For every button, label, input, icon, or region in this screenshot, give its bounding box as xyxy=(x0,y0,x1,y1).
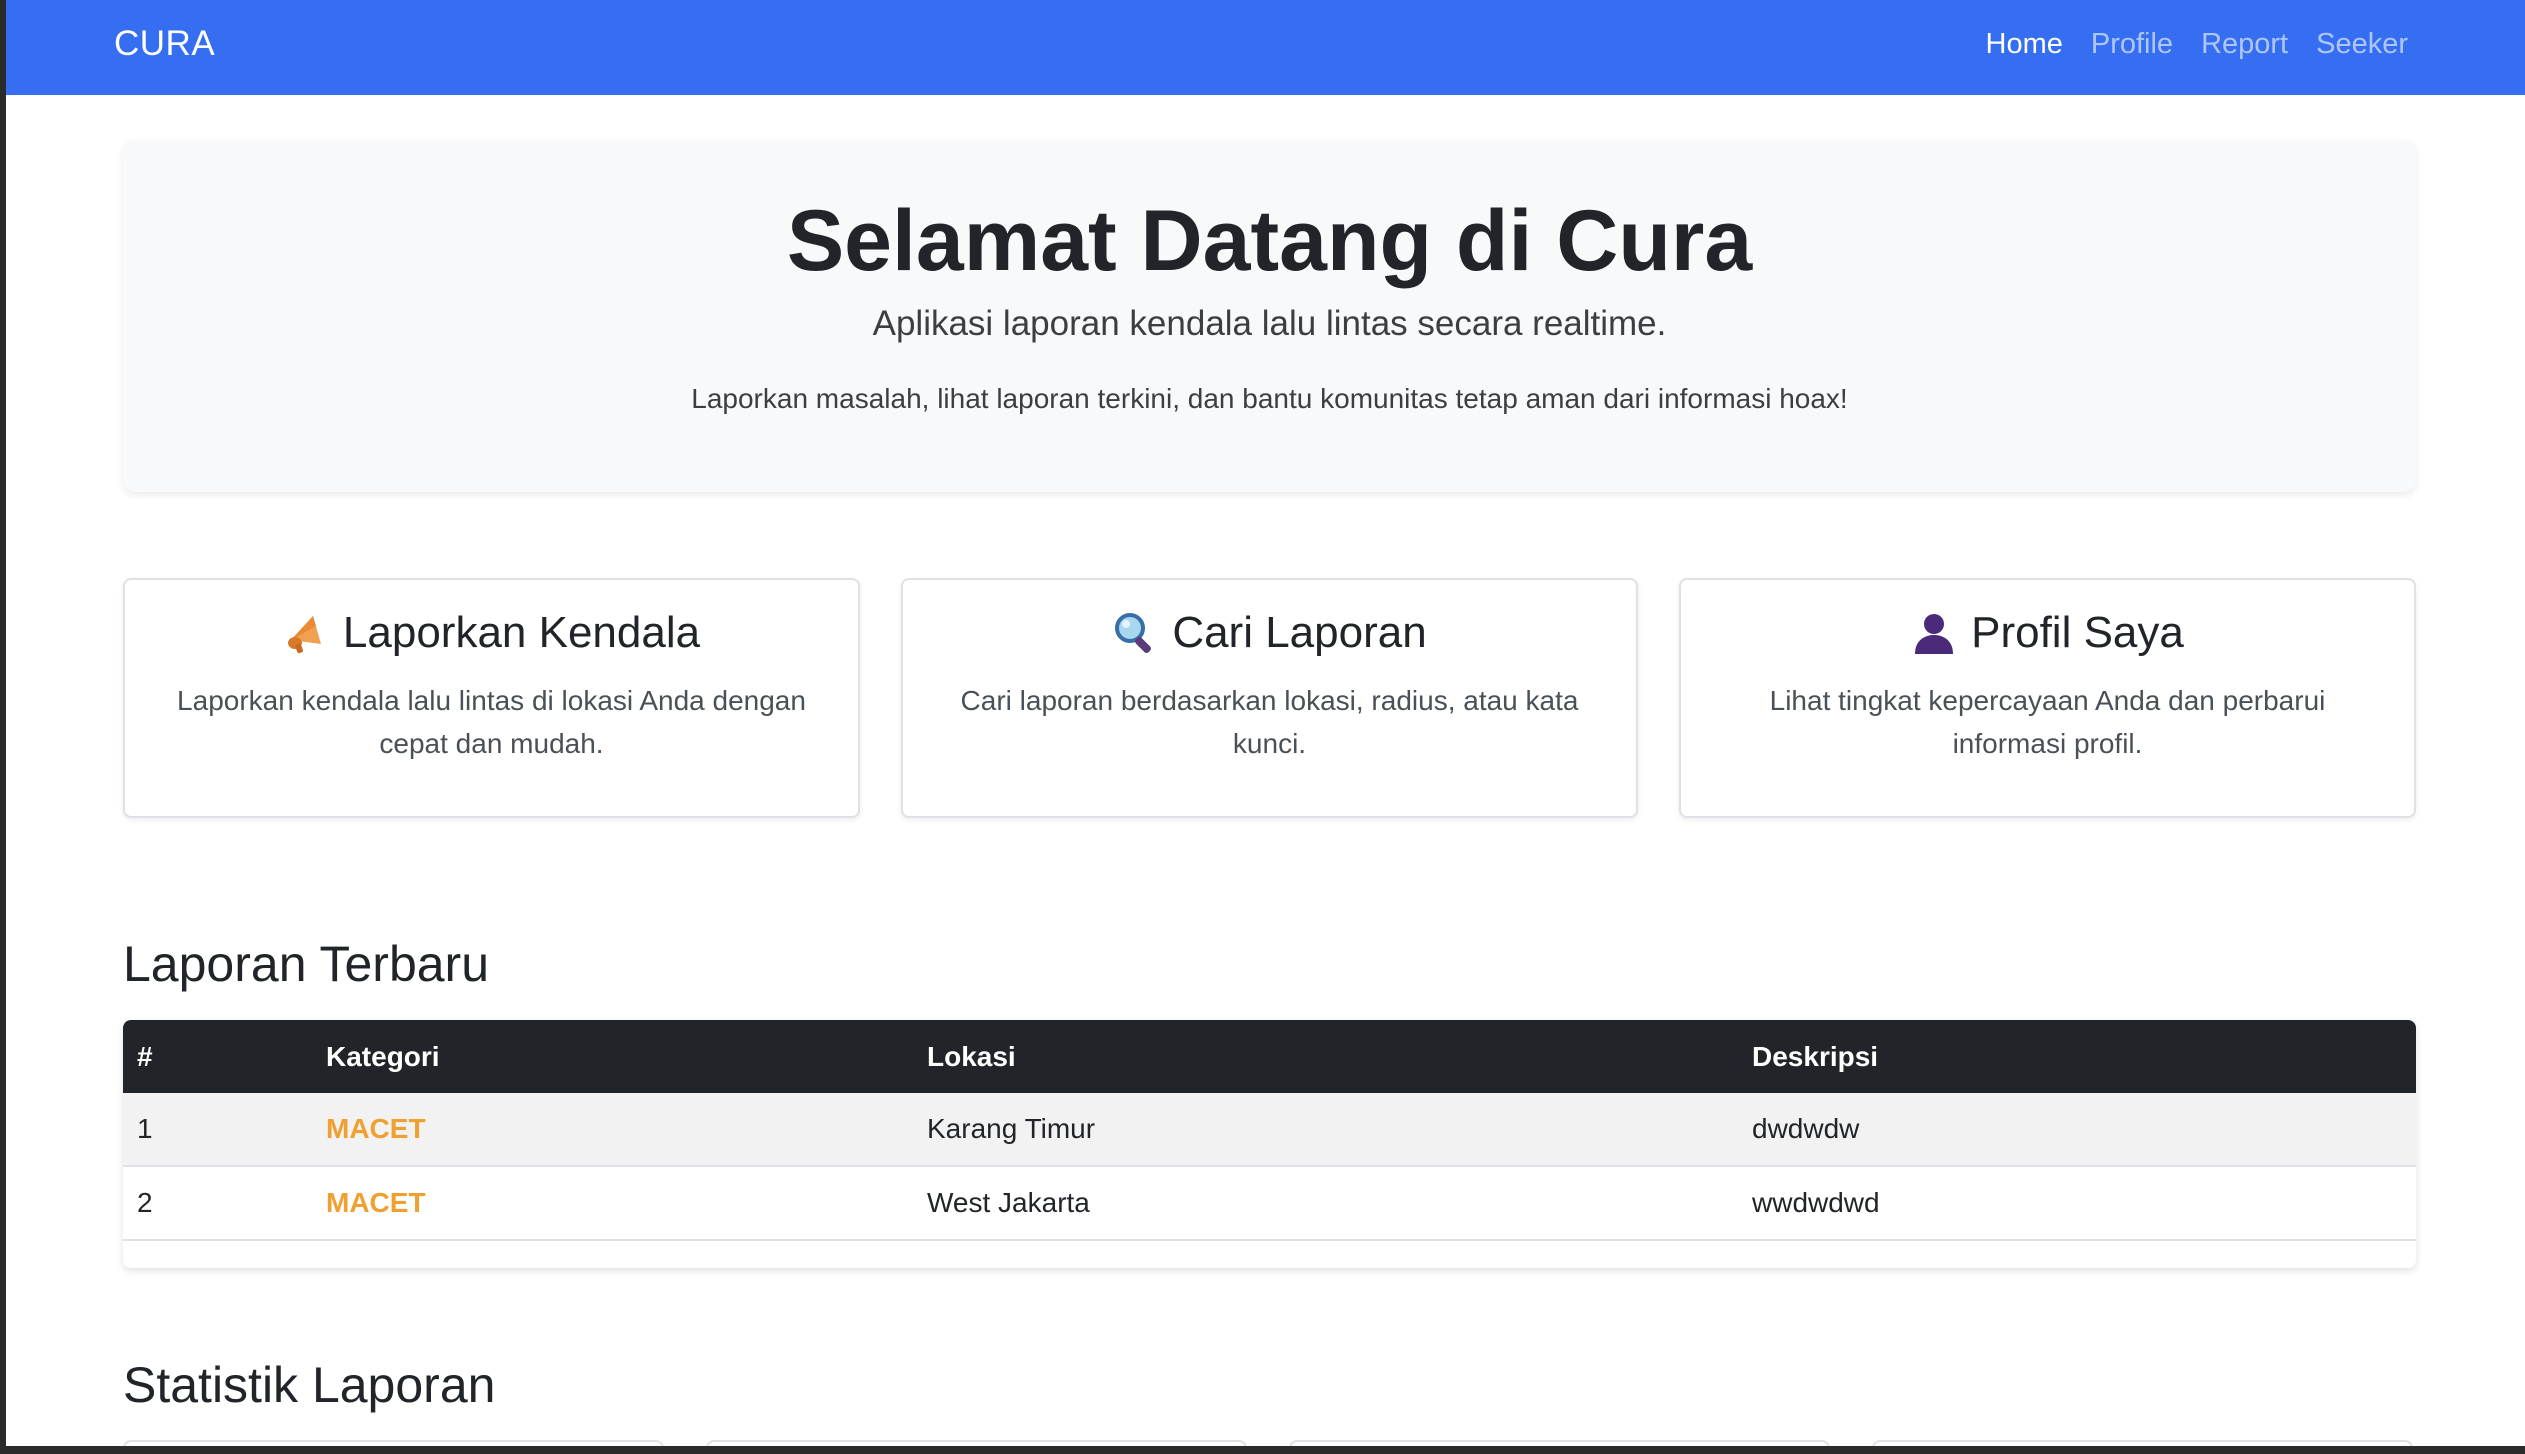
magnifier-icon xyxy=(1112,610,1158,656)
stat-card xyxy=(1289,1440,1830,1446)
cell-lokasi: West Jakarta xyxy=(913,1166,1738,1241)
stat-card xyxy=(123,1440,664,1446)
nav-home[interactable]: Home xyxy=(1986,28,2063,61)
table-row[interactable]: 2 MACET West Jakarta wwdwdwd xyxy=(123,1166,2416,1241)
stat-card xyxy=(1872,1440,2413,1446)
header-number: # xyxy=(137,1040,153,1072)
table-row[interactable]: 1 MACET Karang Timur dwdwdw xyxy=(123,1093,2416,1167)
reports-table: # Kategori Lokasi Deskripsi 1 MACET Kara… xyxy=(123,1020,2416,1241)
cell-lokasi: Karang Timur xyxy=(913,1093,1738,1167)
card-title: Laporkan Kendala xyxy=(342,608,701,657)
stats-heading: Statistik Laporan xyxy=(123,1357,496,1413)
nav-links: Home Profile Report Seeker xyxy=(1986,28,2409,61)
cell-deskripsi: dwdwdw xyxy=(1738,1093,2416,1167)
reports-table-wrapper: # Kategori Lokasi Deskripsi 1 MACET Kara… xyxy=(123,1020,2416,1268)
cell-number: 1 xyxy=(123,1093,312,1167)
hero-subtitle: Aplikasi laporan kendala lalu lintas sec… xyxy=(872,304,1667,343)
table-header-row: # Kategori Lokasi Deskripsi xyxy=(123,1020,2416,1093)
header-kategori: Kategori xyxy=(326,1040,440,1072)
nav-seeker[interactable]: Seeker xyxy=(2316,28,2408,61)
cell-number: 2 xyxy=(123,1166,312,1241)
card-header: Laporkan Kendala xyxy=(125,608,858,658)
stat-card xyxy=(706,1440,1247,1446)
card-profil-saya[interactable]: Profil Saya Lihat tingkat kepercayaan An… xyxy=(1679,578,2416,818)
header-lokasi: Lokasi xyxy=(927,1040,1016,1072)
card-text: Lihat tingkat kepercayaan Anda dan perba… xyxy=(1769,685,2326,759)
feature-cards: Laporkan Kendala Laporkan kendala lalu l… xyxy=(123,578,2416,818)
card-cari-laporan[interactable]: Cari Laporan Cari laporan berdasarkan lo… xyxy=(901,578,1638,818)
hero-text: Laporkan masalah, lihat laporan terkini,… xyxy=(691,383,1848,414)
card-header: Cari Laporan xyxy=(903,608,1636,658)
card-title: Profil Saya xyxy=(1971,608,2184,657)
browser-window: CURA Home Profile Report Seeker Selamat … xyxy=(6,0,2525,1446)
navbar: CURA Home Profile Report Seeker xyxy=(6,0,2525,95)
cell-deskripsi: wwdwdwd xyxy=(1738,1166,2416,1241)
reports-heading: Laporan Terbaru xyxy=(123,936,490,992)
megaphone-icon xyxy=(283,610,329,656)
cell-kategori: MACET xyxy=(312,1093,913,1167)
hero-title: Selamat Datang di Cura xyxy=(786,193,1753,289)
nav-report[interactable]: Report xyxy=(2201,28,2288,61)
hero-banner: Selamat Datang di Cura Aplikasi laporan … xyxy=(123,140,2416,492)
card-text: Laporkan kendala lalu lintas di lokasi A… xyxy=(177,685,806,759)
nav-profile[interactable]: Profile xyxy=(2091,28,2173,61)
card-title: Cari Laporan xyxy=(1172,608,1427,657)
header-deskripsi: Deskripsi xyxy=(1752,1040,1879,1072)
card-laporkan-kendala[interactable]: Laporkan Kendala Laporkan kendala lalu l… xyxy=(123,578,860,818)
card-header: Profil Saya xyxy=(1681,608,2414,658)
brand-logo[interactable]: CURA xyxy=(114,24,215,64)
user-icon xyxy=(1911,610,1957,656)
card-text: Cari laporan berdasarkan lokasi, radius,… xyxy=(960,685,1579,759)
cell-kategori: MACET xyxy=(312,1166,913,1241)
